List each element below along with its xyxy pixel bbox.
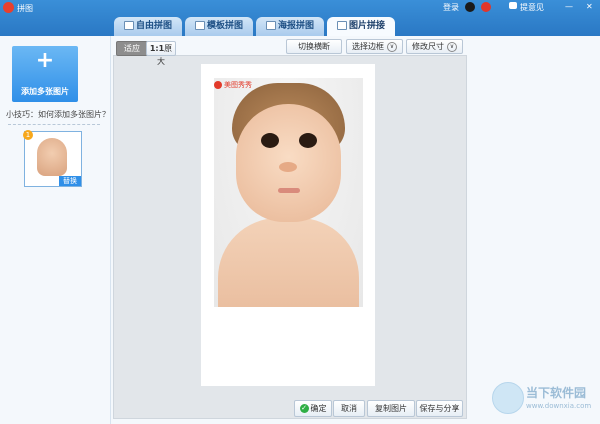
divider: [8, 124, 100, 125]
fit-label: 适应: [124, 44, 140, 53]
feedback-icon: [509, 2, 517, 9]
actual-size-button[interactable]: 1:1原大: [146, 41, 176, 66]
feedback-link[interactable]: 提意见: [520, 2, 544, 13]
poster-icon: [265, 21, 276, 30]
tab-template-collage[interactable]: 模板拼图: [185, 17, 253, 36]
thumbnail-number-badge: 1: [23, 130, 33, 140]
canvas-photo[interactable]: [214, 78, 363, 307]
minimize-button[interactable]: —: [565, 2, 573, 11]
tab-free-collage[interactable]: 自由拼图: [114, 17, 182, 36]
app-logo-icon: [3, 2, 14, 13]
select-border-dropdown[interactable]: 选择边框 ∨: [346, 39, 403, 54]
close-button[interactable]: ✕: [586, 2, 593, 11]
save-label: 保存与分享: [419, 404, 460, 413]
chevron-down-icon: ∨: [387, 41, 397, 52]
tab-poster-collage[interactable]: 海报拼图: [256, 17, 324, 36]
cancel-label: 取消: [341, 404, 357, 413]
resize-label: 修改尺寸: [412, 42, 444, 51]
stitch-icon: [336, 21, 347, 30]
app-title: 拼图: [17, 4, 33, 13]
watermark: 美图秀秀: [214, 80, 252, 90]
photo-mouth: [278, 188, 300, 193]
photo-body: [218, 218, 359, 307]
free-collage-icon: [123, 21, 134, 30]
switch-layout-label: 切换横断: [298, 42, 330, 51]
add-images-button[interactable]: + 添加多张图片: [12, 46, 78, 102]
brand-url: www.downxia.com: [526, 402, 592, 410]
tip-link[interactable]: 小技巧：如何添加多张图片？: [6, 109, 110, 120]
watermark-text: 美图秀秀: [224, 81, 252, 89]
fit-view-button[interactable]: 适应: [116, 41, 148, 56]
plus-icon: +: [35, 48, 55, 73]
tab-label: 海报拼图: [277, 21, 314, 31]
replace-button[interactable]: 替换: [59, 176, 81, 186]
download-logo-icon: [492, 382, 524, 414]
cancel-button[interactable]: 取消: [333, 400, 365, 417]
sidebar: + 添加多张图片 小技巧：如何添加多张图片？ 1 替换: [0, 36, 111, 424]
select-border-label: 选择边框: [352, 42, 384, 51]
watermark-logo-icon: [214, 81, 222, 89]
confirm-label: 确定: [310, 404, 327, 413]
check-icon: ✓: [299, 404, 309, 413]
photo-nose: [279, 162, 297, 172]
tab-label: 模板拼图: [206, 21, 243, 31]
add-images-label: 添加多张图片: [21, 87, 69, 96]
chevron-down-icon: ∨: [447, 41, 457, 52]
qq-icon[interactable]: [465, 2, 475, 12]
image-thumbnail[interactable]: 1 替换: [23, 130, 82, 187]
photo-eye-left: [261, 133, 279, 148]
resize-dropdown[interactable]: 修改尺寸 ∨: [406, 39, 463, 54]
weibo-icon[interactable]: [481, 2, 491, 12]
tab-image-stitch[interactable]: 图片拼接: [327, 17, 395, 36]
switch-layout-button[interactable]: 切换横断: [286, 39, 342, 54]
copy-image-button[interactable]: 复制图片: [367, 400, 415, 417]
actual-prefix: 1:1: [149, 44, 165, 53]
title-bar: 拼图 登录 提意见 — ✕ 自由拼图 模板拼图 海报拼图 图片拼接: [0, 0, 600, 36]
photo-eye-right: [299, 133, 317, 148]
brand-name: 当下软件园: [526, 386, 587, 400]
copy-label: 复制图片: [375, 404, 407, 413]
template-icon: [194, 21, 205, 30]
site-watermark: 当下软件园 www.downxia.com: [490, 378, 600, 424]
save-share-button[interactable]: 保存与分享: [416, 400, 463, 417]
tab-label: 自由拼图: [135, 21, 172, 31]
confirm-button[interactable]: ✓ 确定: [294, 400, 332, 417]
thumbnail-image: [37, 138, 67, 176]
login-link[interactable]: 登录: [443, 2, 459, 13]
tab-label: 图片拼接: [348, 21, 385, 31]
